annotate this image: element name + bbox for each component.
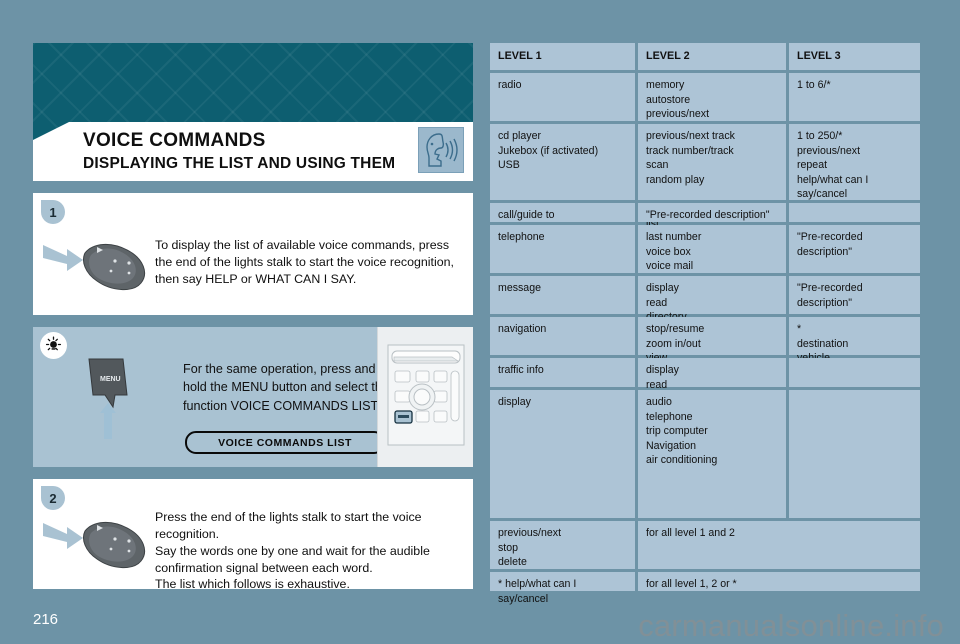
table-cell [789,202,920,222]
menu-button-label: MENU [100,376,121,383]
step-2-card: 2 Press the end of the lights stalk to s… [33,479,473,591]
step-2-badge: 2 [41,486,65,510]
table-header-3: LEVEL 3 [789,43,920,70]
table-cell: telephone [490,224,635,273]
table-row: cd player Jukebox (if activated) USB prev… [490,123,920,230]
header-title-text: VOICE COMMANDS DISPLAYING THE LIST AND U… [83,129,395,175]
menu-button-icon[interactable]: MENU [83,355,153,445]
tip-panel-text: For the same operation, press and hold t… [183,362,389,413]
table-cell [789,389,920,518]
header-title-bar: VOICE COMMANDS DISPLAYING THE LIST AND U… [33,122,473,181]
table-cell: last number voice box voice mail directo… [638,224,786,287]
table-cell: "Pre-recorded description" [638,202,786,222]
page-subtitle: DISPLAYING THE LIST AND USING THEM [83,155,396,173]
table-row: radiomemory autostore previous/next list… [490,72,920,135]
table-cell: radio [490,72,635,121]
page-title: VOICE COMMANDS [83,129,266,151]
voice-commands-table: LEVEL 1 LEVEL 2 LEVEL 3 radio memory autosto… [490,43,920,605]
table-row: messagedisplay read directory"Pre-record… [490,275,920,323]
table-cell: stop/resume zoom in/out view [638,316,786,364]
arrow-right-icon [43,245,83,271]
table-cell: for all level 1, 2 or * [638,572,920,591]
step-1-text: To display the list of available voice c… [155,238,454,286]
table-cell: call/guide to [490,202,635,222]
table-header-2: LEVEL 2 [638,43,786,70]
arrow-right-icon [43,523,83,549]
table-cell: display read [638,357,786,391]
table-row: previous/next stop delete yes/nofor all … [490,521,920,583]
table-row: navigationstop/resume zoom in/out view* … [490,316,920,364]
speaking-head-icon-svg [426,133,458,167]
table-header-1: LEVEL 1 [490,43,635,70]
table-header-row: LEVEL 1 LEVEL 2 LEVEL 3 [490,43,920,70]
car-radio-faceplate-icon [377,327,473,467]
table-row: telephone last number voice box voice mai… [490,224,920,287]
table-cell: for all level 1 and 2 [638,521,920,569]
tip-panel: MENU For the same operation, press and h… [33,327,473,467]
table-cell: previous/next stop delete yes/no [490,521,635,583]
table-cell: display read directory [638,275,786,323]
table-cell: "Pre-recorded description" [789,224,920,273]
tip-bulb-icon [40,332,67,359]
table-cell: 1 to 6/* [789,72,920,121]
watermark: carmanualsonline.info [638,608,944,643]
table-cell: message [490,275,635,314]
table-cell: 1 to 250/* previous/next repeat help/wha… [789,123,920,200]
table-row: display audio telephone trip computer Nav… [490,389,920,518]
left-column: VOICE COMMANDS DISPLAYING THE LIST AND U… [33,43,473,591]
table-cell: "Pre-recorded description" [789,275,920,314]
table-cell: display [490,389,635,518]
table-row: * help/what can I say/cancel for all leve… [490,572,920,605]
table-cell: traffic info [490,357,635,387]
table-cell [789,357,920,387]
page-header: VOICE COMMANDS DISPLAYING THE LIST AND U… [33,43,473,181]
table-cell: cd player Jukebox (if activated) USB [490,123,635,200]
lights-stalk-icon [83,522,145,568]
page-number: 216 [33,611,59,628]
step-1-badge: 1 [41,200,65,224]
table-cell: memory autostore previous/next list [638,72,786,135]
step-1-card: 1 To display the list of available voice… [33,193,473,315]
tip-bulb-icon-svg [45,336,62,351]
table-cell: previous/next track track number/track s… [638,123,786,230]
voice-commands-list-button[interactable]: VOICE COMMANDS LIST [185,431,385,454]
car-radio-faceplate-svg [387,344,465,446]
table-row: traffic info display read [490,357,920,391]
step-2-text: Press the end of the lights stalk to sta… [155,510,430,592]
lights-stalk-icon [83,244,145,290]
speaking-head-icon [418,127,464,173]
table-row: call/guide to "Pre-recorded description" [490,202,920,222]
table-cell: audio telephone trip computer Navigation… [638,389,786,518]
table-cell: * help/what can I say/cancel [490,572,635,605]
table-cell: navigation [490,316,635,355]
table-cell: * destination vehicle [789,316,920,364]
